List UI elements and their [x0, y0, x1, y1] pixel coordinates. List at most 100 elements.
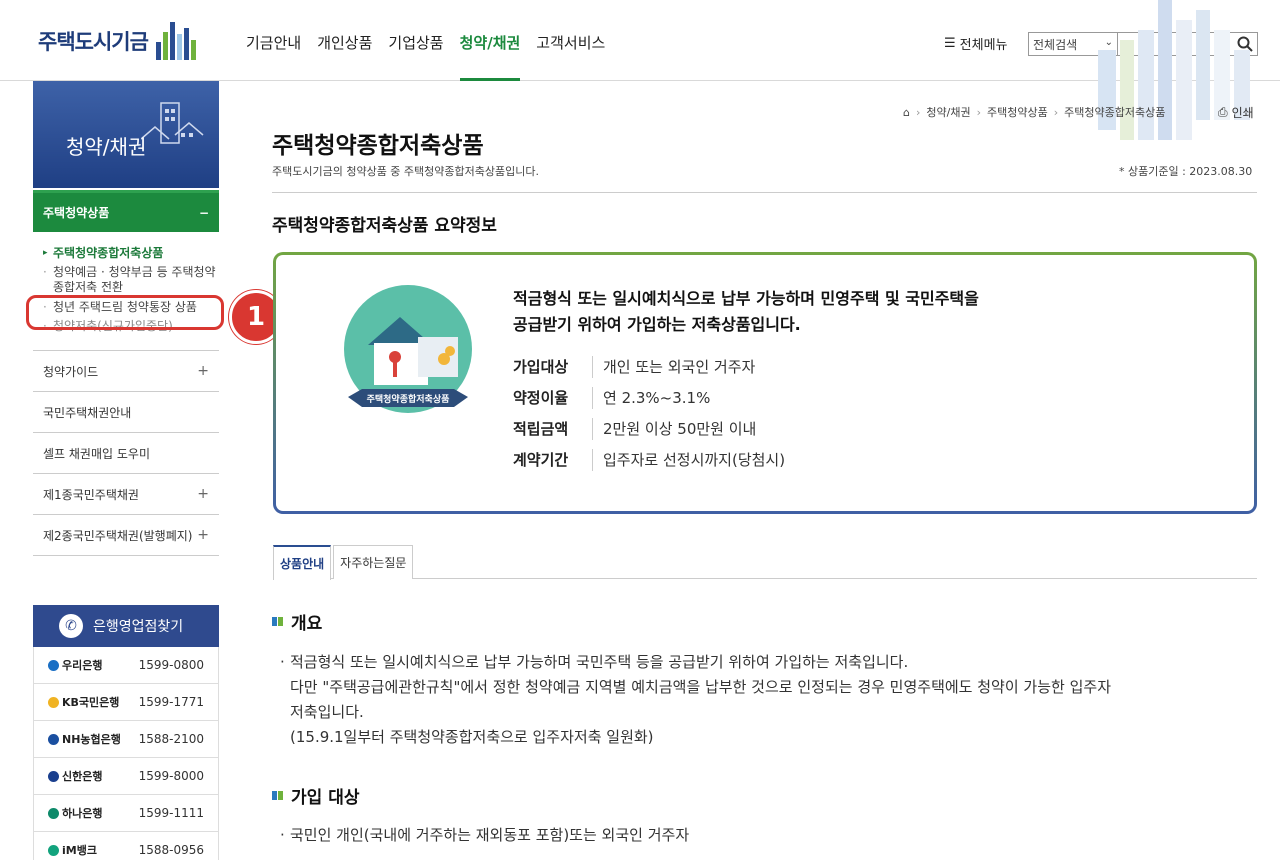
- expand-icon: +: [197, 363, 209, 379]
- bank-name-label: 하나은행: [62, 807, 103, 820]
- info-label: 약정이율: [513, 386, 593, 409]
- bank-row-hana[interactable]: 하나은행 1599-1111: [33, 795, 219, 832]
- title-divider: [272, 192, 1257, 193]
- bank-name: iM뱅크: [48, 842, 97, 858]
- bank-phone: 1599-1771: [138, 695, 204, 709]
- sidebar-sub-item-conversion[interactable]: 청약예금 · 청약부금 등 주택청약종합저축 전환: [41, 265, 219, 296]
- main-nav: 기금안내 개인상품 기업상품 청약/채권 고객서비스: [246, 0, 605, 81]
- bank-phone: 1599-0800: [138, 658, 204, 672]
- sidebar-item-label: 셀프 채권매입 도우미: [43, 446, 150, 461]
- sidebar-header: 청약/채권: [33, 81, 219, 188]
- tab-faq[interactable]: 자주하는질문: [333, 545, 414, 579]
- bank-finder-header[interactable]: ✆ 은행영업점찾기: [33, 605, 219, 647]
- bullet: ·: [280, 653, 285, 671]
- eligibility-paragraph: · 국민인 개인(국내에 거주하는 재외동포 포함)또는 외국인 거주자: [280, 823, 1255, 848]
- emblem-label: 주택청약종합저축상품: [367, 393, 450, 405]
- bank-row-kb[interactable]: KB국민은행 1599-1771: [33, 684, 219, 721]
- site-logo[interactable]: 주택도시기금: [38, 22, 196, 60]
- bank-logo-icon: [48, 733, 59, 745]
- overview-line: 다만 "주택공급에관한규칙"에서 정한 청약예금 지역별 예치금액을 납부한 것…: [290, 678, 1111, 696]
- sidebar-item-label: 청약가이드: [43, 364, 99, 379]
- bank-logo-icon: [48, 807, 59, 819]
- bank-logo-icon: [48, 659, 59, 671]
- sidebar-item-bond-type1[interactable]: 제1종국민주택채권 +: [33, 474, 219, 515]
- nav-customer-service[interactable]: 고객서비스: [536, 0, 605, 81]
- bank-name-label: 우리은행: [62, 659, 103, 672]
- collapse-icon: −: [198, 205, 209, 220]
- bank-phone: 1599-1111: [138, 806, 204, 820]
- nav-business-products[interactable]: 기업상품: [388, 0, 443, 81]
- overview-title: 개요: [291, 614, 323, 634]
- home-icon[interactable]: ⌂: [903, 106, 910, 119]
- breadcrumb-item[interactable]: 주택청약상품: [987, 104, 1048, 120]
- eligibility-title: 가입 대상: [291, 788, 360, 808]
- info-value: 2만원 이상 50만원 이내: [603, 420, 757, 438]
- all-menu-button[interactable]: ☰ 전체메뉴: [944, 34, 1008, 53]
- overview-line: (15.9.1일부터 주택청약종합저축으로 입주자저축 일원화): [290, 728, 654, 746]
- annotation-highlight-box: [26, 295, 224, 330]
- building-icon: [141, 102, 204, 144]
- bank-name: KB국민은행: [48, 694, 119, 710]
- summary-info-table: 가입대상 개인 또는 외국인 거주자 약정이율 연 2.3%~3.1% 적립금액…: [513, 351, 785, 475]
- breadcrumb-item[interactable]: 주택청약종합저축상품: [1064, 104, 1165, 120]
- info-row-eligibility: 가입대상 개인 또는 외국인 거주자: [513, 351, 785, 382]
- overview-line: 저축입니다.: [290, 703, 364, 721]
- info-row-amount: 적립금액 2만원 이상 50만원 이내: [513, 413, 785, 444]
- sidebar-item-label: 국민주택채권안내: [43, 405, 132, 420]
- summary-headline-line1: 적금형식 또는 일시예치식으로 납부 가능하며 민영주택 및 국민주택을: [513, 289, 979, 308]
- eligibility-line: 국민인 개인(국내에 거주하는 재외동포 포함)또는 외국인 거주자: [290, 826, 690, 844]
- bank-phone: 1599-8000: [138, 769, 204, 783]
- bank-name-label: KB국민은행: [62, 696, 120, 709]
- bank-logo-icon: [48, 770, 59, 782]
- sidebar-item-bond-type2[interactable]: 제2종국민주택채권(발행폐지) +: [33, 515, 219, 556]
- bank-name-label: 신한은행: [62, 770, 103, 783]
- logo-text: 주택도시기금: [38, 30, 149, 54]
- logo-mark-icon: [155, 22, 196, 60]
- search-scope-select[interactable]: 전체검색 ⌄: [1028, 32, 1118, 56]
- nav-personal-products[interactable]: 개인상품: [317, 0, 372, 81]
- sidebar-item-bond-info[interactable]: 국민주택채권안내: [33, 392, 219, 433]
- bank-row-im[interactable]: iM뱅크 1588-0956: [33, 832, 219, 860]
- overview-paragraph: · 적금형식 또는 일시예치식으로 납부 가능하며 국민주택 등을 공급받기 위…: [280, 650, 1255, 750]
- overview-line: 적금형식 또는 일시예치식으로 납부 가능하며 국민주택 등을 공급받기 위하여…: [290, 653, 909, 671]
- bank-name: 우리은행: [48, 657, 102, 673]
- sidebar-group-label: 주택청약상품: [43, 206, 110, 220]
- breadcrumb: ⌂ › 청약/채권 › 주택청약상품 › 주택청약종합저축상품: [903, 104, 1165, 120]
- site-header: 주택도시기금 기금안내 개인상품 기업상품 청약/채권 고객서비스 ☰ 전체메뉴…: [0, 0, 1280, 81]
- content-tabs: 상품안내 자주하는질문: [273, 545, 1257, 580]
- book-icon: [272, 617, 283, 626]
- sidebar-group-housing-subscription[interactable]: 주택청약상품 −: [33, 190, 219, 232]
- info-label: 적립금액: [513, 417, 593, 440]
- info-label: 계약기간: [513, 448, 593, 471]
- print-button[interactable]: ⎙ 인쇄: [1218, 104, 1254, 121]
- breadcrumb-separator: ›: [1053, 105, 1059, 119]
- sidebar-item-self-bond[interactable]: 셀프 채권매입 도우미: [33, 433, 219, 474]
- print-label: 인쇄: [1231, 106, 1254, 120]
- sidebar-item-label: 제2종국민주택채권(발행폐지): [43, 528, 193, 543]
- bank-row-woori[interactable]: 우리은행 1599-0800: [33, 647, 219, 684]
- nav-subscription-bonds[interactable]: 청약/채권: [459, 0, 521, 81]
- bank-logo-icon: [48, 844, 59, 856]
- info-row-rate: 약정이율 연 2.3%~3.1%: [513, 382, 785, 413]
- product-emblem-icon: 주택청약종합저축상품: [344, 285, 472, 413]
- sidebar-sub-item-comprehensive-savings[interactable]: 주택청약종합저축상품: [41, 246, 219, 261]
- info-value: 개인 또는 외국인 거주자: [603, 358, 756, 376]
- bank-row-shinhan[interactable]: 신한은행 1599-8000: [33, 758, 219, 795]
- sidebar-item-guide[interactable]: 청약가이드 +: [33, 351, 219, 392]
- bank-row-nh[interactable]: NH농협은행 1588-2100: [33, 721, 219, 758]
- breadcrumb-separator: ›: [976, 105, 981, 119]
- breadcrumb-item[interactable]: 청약/채권: [926, 104, 970, 120]
- search-icon[interactable]: [1236, 35, 1254, 53]
- tab-product-info[interactable]: 상품안내: [273, 545, 332, 580]
- bank-logo-icon: [48, 696, 59, 708]
- bank-phone: 1588-2100: [138, 732, 204, 746]
- hamburger-icon: ☰: [944, 36, 956, 51]
- info-row-term: 계약기간 입주자로 선정시까지(당첨시): [513, 444, 785, 475]
- nav-fund-info[interactable]: 기금안내: [246, 0, 301, 81]
- sidebar-title: 청약/채권: [66, 135, 147, 159]
- product-base-date: * 상품기준일 : 2023.08.30: [1119, 165, 1253, 178]
- chevron-down-icon: ⌄: [1104, 37, 1113, 48]
- page-description: 주택도시기금의 청약상품 중 주택청약종합저축상품입니다.: [272, 165, 539, 178]
- phone-icon: ✆: [59, 614, 83, 638]
- bullet: ·: [280, 826, 285, 844]
